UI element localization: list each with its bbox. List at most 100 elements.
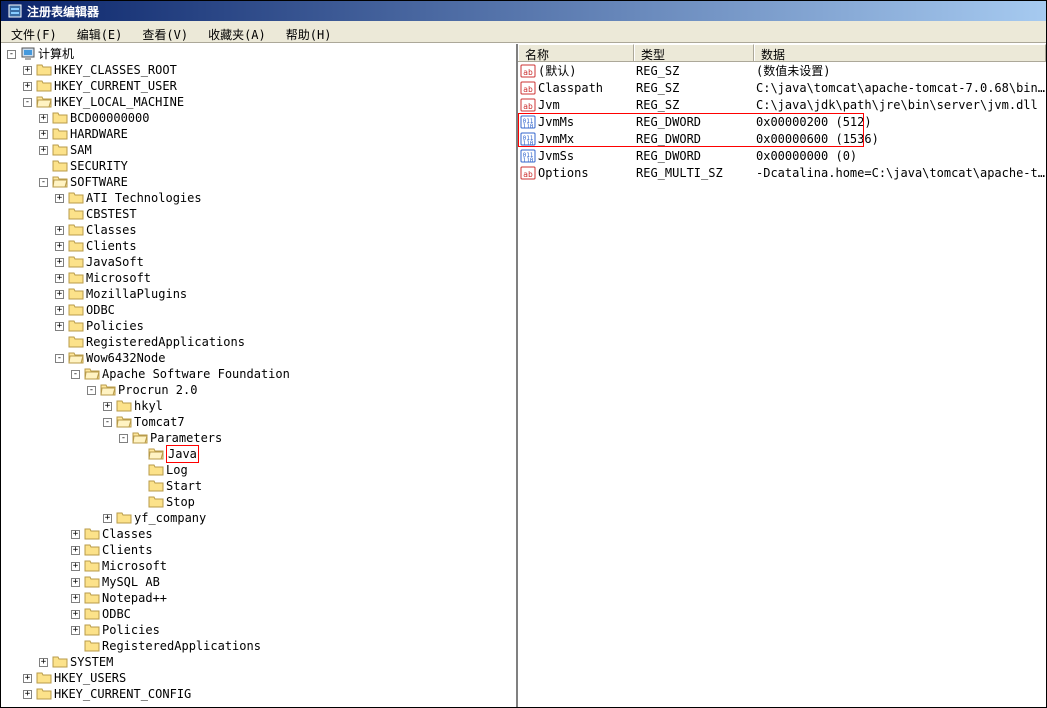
expand-icon[interactable]: + <box>39 146 48 155</box>
list-row[interactable]: abOptionsREG_MULTI_SZ-Dcatalina.home=C:\… <box>518 164 1046 181</box>
tree-node-security[interactable]: SECURITY <box>1 158 516 174</box>
tree-pane[interactable]: -计算机+HKEY_CLASSES_ROOT+HKEY_CURRENT_USER… <box>1 44 518 707</box>
collapse-icon[interactable]: - <box>119 434 128 443</box>
tree-node-microsoft1[interactable]: +Microsoft <box>1 270 516 286</box>
tree-node-clients2[interactable]: +Clients <box>1 542 516 558</box>
expand-icon[interactable]: + <box>55 322 64 331</box>
tree-node-classes1[interactable]: +Classes <box>1 222 516 238</box>
menu-file[interactable]: 文件(F) <box>5 24 63 39</box>
tree-node-policies1[interactable]: +Policies <box>1 318 516 334</box>
tree-node-log[interactable]: Log <box>1 462 516 478</box>
tree-node-cbstest[interactable]: CBSTEST <box>1 206 516 222</box>
expand-icon[interactable]: + <box>103 514 112 523</box>
tree-label: Notepad++ <box>102 590 167 606</box>
list-row[interactable]: abClasspathREG_SZC:\java\tomcat\apache-t… <box>518 79 1046 96</box>
menu-edit[interactable]: 编辑(E) <box>71 24 129 39</box>
expand-icon[interactable]: + <box>23 690 32 699</box>
collapse-icon[interactable]: - <box>7 50 16 59</box>
tree-node-system[interactable]: +SYSTEM <box>1 654 516 670</box>
collapse-icon[interactable]: - <box>55 354 64 363</box>
tree-node-software[interactable]: -SOFTWARE <box>1 174 516 190</box>
expand-icon[interactable]: + <box>71 594 80 603</box>
folder-closed-icon <box>84 606 100 622</box>
expand-icon[interactable]: + <box>71 530 80 539</box>
expand-icon[interactable]: + <box>39 130 48 139</box>
tree-node-policies2[interactable]: +Policies <box>1 622 516 638</box>
list-row[interactable]: 011110JvmMsREG_DWORD0x00000200 (512) <box>518 113 1046 130</box>
tree-node-bcd[interactable]: +BCD00000000 <box>1 110 516 126</box>
value-type: REG_SZ <box>634 81 754 95</box>
tree-node-root[interactable]: -计算机 <box>1 46 516 62</box>
expand-icon[interactable]: + <box>71 626 80 635</box>
list-row[interactable]: abJvmREG_SZC:\java\jdk\path\jre\bin\serv… <box>518 96 1046 113</box>
tree-node-yf[interactable]: +yf_company <box>1 510 516 526</box>
menu-help[interactable]: 帮助(H) <box>280 24 338 39</box>
tree-node-hkcc[interactable]: +HKEY_CURRENT_CONFIG <box>1 686 516 702</box>
expand-icon[interactable]: + <box>23 82 32 91</box>
tree-node-hkcr[interactable]: +HKEY_CLASSES_ROOT <box>1 62 516 78</box>
tree-node-regapps2[interactable]: RegisteredApplications <box>1 638 516 654</box>
expand-icon[interactable]: + <box>55 306 64 315</box>
col-header-type[interactable]: 类型 <box>634 44 754 61</box>
list-body[interactable]: ab(默认)REG_SZ(数值未设置)abClasspathREG_SZC:\j… <box>518 62 1046 707</box>
tree-label: HKEY_LOCAL_MACHINE <box>54 94 184 110</box>
expand-icon[interactable]: + <box>23 674 32 683</box>
tree-label: Procrun 2.0 <box>118 382 197 398</box>
tree-node-java[interactable]: Java <box>1 446 516 462</box>
tree-node-notepadpp[interactable]: + Notepad++ <box>1 590 516 606</box>
value-name: JvmMx <box>538 132 574 146</box>
tree-node-apache[interactable]: -Apache Software Foundation <box>1 366 516 382</box>
collapse-icon[interactable]: - <box>71 370 80 379</box>
expand-icon[interactable]: + <box>71 562 80 571</box>
expand-icon[interactable]: + <box>39 658 48 667</box>
tree-node-ati[interactable]: +ATI Technologies <box>1 190 516 206</box>
tree-node-hkcu[interactable]: +HKEY_CURRENT_USER <box>1 78 516 94</box>
expand-icon[interactable]: + <box>55 274 64 283</box>
tree-node-procrun[interactable]: - Procrun 2.0 <box>1 382 516 398</box>
expand-icon[interactable]: + <box>55 258 64 267</box>
tree-node-hklm[interactable]: - HKEY_LOCAL_MACHINE <box>1 94 516 110</box>
collapse-icon[interactable]: - <box>103 418 112 427</box>
tree-node-wow64[interactable]: -Wow6432Node <box>1 350 516 366</box>
collapse-icon[interactable]: - <box>87 386 96 395</box>
expand-icon[interactable]: + <box>23 66 32 75</box>
tree-node-hkyl[interactable]: +hkyl <box>1 398 516 414</box>
tree-node-javasoft[interactable]: +JavaSoft <box>1 254 516 270</box>
tree-node-odbc2[interactable]: +ODBC <box>1 606 516 622</box>
list-row[interactable]: 011110JvmSsREG_DWORD0x00000000 (0) <box>518 147 1046 164</box>
menu-view[interactable]: 查看(V) <box>136 24 194 39</box>
expand-icon[interactable]: + <box>71 546 80 555</box>
expand-icon[interactable]: + <box>55 242 64 251</box>
tree-node-start[interactable]: Start <box>1 478 516 494</box>
tree-node-hardware[interactable]: +HARDWARE <box>1 126 516 142</box>
expand-icon[interactable]: + <box>71 578 80 587</box>
tree-node-hku[interactable]: +HKEY_USERS <box>1 670 516 686</box>
folder-closed-icon <box>52 110 68 126</box>
collapse-icon[interactable]: - <box>39 178 48 187</box>
collapse-icon[interactable]: - <box>23 98 32 107</box>
tree-node-tomcat7[interactable]: -Tomcat7 <box>1 414 516 430</box>
col-header-data[interactable]: 数据 <box>754 44 1046 61</box>
tree-node-mozilla[interactable]: +MozillaPlugins <box>1 286 516 302</box>
tree-node-stop[interactable]: Stop <box>1 494 516 510</box>
expand-icon[interactable]: + <box>55 194 64 203</box>
folder-open-icon <box>100 382 116 398</box>
tree-label: SECURITY <box>70 158 128 174</box>
tree-node-regapps1[interactable]: RegisteredApplications <box>1 334 516 350</box>
tree-node-sam[interactable]: +SAM <box>1 142 516 158</box>
tree-node-classes2[interactable]: +Classes <box>1 526 516 542</box>
expand-icon[interactable]: + <box>103 402 112 411</box>
col-header-name[interactable]: 名称 <box>518 44 634 61</box>
tree-node-parameters[interactable]: -Parameters <box>1 430 516 446</box>
tree-node-mysql[interactable]: +MySQL AB <box>1 574 516 590</box>
expand-icon[interactable]: + <box>55 226 64 235</box>
tree-node-microsoft2[interactable]: +Microsoft <box>1 558 516 574</box>
expand-icon[interactable]: + <box>55 290 64 299</box>
tree-node-odbc1[interactable]: +ODBC <box>1 302 516 318</box>
list-row[interactable]: ab(默认)REG_SZ(数值未设置) <box>518 62 1046 79</box>
expand-icon[interactable]: + <box>39 114 48 123</box>
tree-node-clients1[interactable]: +Clients <box>1 238 516 254</box>
menu-favorites[interactable]: 收藏夹(A) <box>202 24 272 39</box>
expand-icon[interactable]: + <box>71 610 80 619</box>
list-row[interactable]: 011110JvmMxREG_DWORD0x00000600 (1536) <box>518 130 1046 147</box>
